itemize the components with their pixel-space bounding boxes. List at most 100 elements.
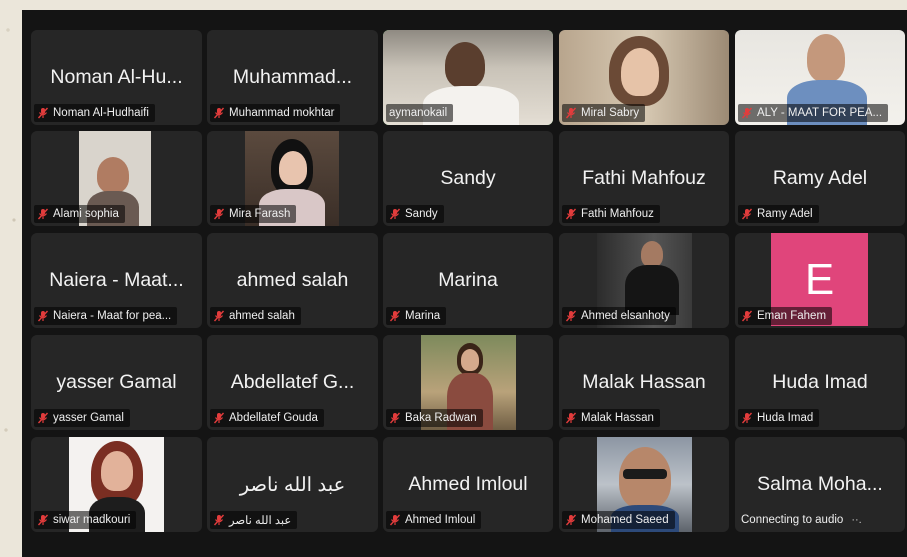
participant-name-label: Ahmed Imloul [386,511,482,529]
participant-figure [807,34,845,82]
participant-name-label: Ramy Adel [738,205,819,223]
meeting-gallery-view: Noman Al-Hu... Noman Al-Hudhaifi Muhamma… [22,10,907,557]
participant-name-label: aymanokail [386,104,454,122]
participant-name-label: ALY - MAAT FOR PEA... [738,104,889,122]
muted-mic-icon [389,514,401,526]
participant-display-name: Huda Imad [772,371,868,393]
participant-name-label: Marina [386,307,447,325]
participant-name: Mohamed Saeed [581,514,669,526]
participant-name: Huda Imad [757,412,814,424]
participant-display-name: عبد الله ناصر [239,474,346,496]
participant-figure [623,469,667,479]
muted-mic-icon [389,208,401,220]
participant-figure [461,349,479,371]
participant-tile-sandy[interactable]: Sandy Sandy [383,131,553,226]
participant-name: siwar madkouri [53,514,131,526]
participant-tile-alami[interactable]: Alami sophia [31,131,202,226]
muted-mic-icon [565,107,577,119]
participant-tile-baka[interactable]: Baka Radwan [383,335,553,430]
participant-tile-mira[interactable]: Mira Farash [207,131,378,226]
participant-name-label: Mira Farash [210,205,297,223]
participant-name: Muhammad mokhtar [229,107,335,119]
participant-name-label: Alami sophia [34,205,125,223]
muted-mic-icon [213,310,225,322]
participant-tile-ahmed-salah[interactable]: ahmed salah ahmed salah [207,233,378,328]
loading-dots-icon: ··. [851,514,862,526]
participant-display-name: Muhammad... [232,66,353,88]
participant-name: عبد الله ناصر [229,515,292,527]
participant-name-label: Huda Imad [738,409,820,427]
participant-name-label: Mohamed Saeed [562,511,675,529]
muted-mic-icon [37,107,49,119]
participant-tile-fathi[interactable]: Fathi Mahfouz Fathi Mahfouz [559,131,729,226]
participant-name: Eman Fahem [757,310,827,322]
muted-mic-icon [741,412,753,424]
participant-figure [621,48,659,96]
participant-tile-marina[interactable]: Marina Marina [383,233,553,328]
participant-name: Noman Al-Hudhaifi [53,107,149,119]
participant-display-name: yasser Gamal [56,371,177,393]
participant-name-label: Naiera - Maat for pea... [34,307,178,325]
participant-tile-muhammad[interactable]: Muhammad... Muhammad mokhtar [207,30,378,125]
participant-display-name: Noman Al-Hu... [50,66,183,88]
participant-display-name: Abdellatef G... [230,371,355,393]
participant-figure [641,241,663,267]
participant-display-name: Fathi Mahfouz [582,167,706,189]
participant-name: yasser Gamal [53,412,124,424]
participant-tile-ramy[interactable]: Ramy Adel Ramy Adel [735,131,905,226]
participant-name-label: ahmed salah [210,307,301,325]
muted-mic-icon [37,514,49,526]
participant-figure [279,151,307,185]
participant-tile-ahmed-elsanhoty[interactable]: Ahmed elsanhoty [559,233,729,328]
muted-mic-icon [213,514,225,526]
muted-mic-icon [565,208,577,220]
participant-tile-malak[interactable]: Malak Hassan Malak Hassan [559,335,729,430]
participant-figure [97,157,129,193]
participant-tile-abdellatef[interactable]: Abdellatef G... Abdellatef Gouda [207,335,378,430]
participant-name: Connecting to audio [741,514,844,526]
participant-name: Sandy [405,208,438,220]
participant-name: Ahmed elsanhoty [581,310,670,322]
participant-display-name: Marina [438,269,498,291]
participant-tile-siwar[interactable]: siwar madkouri [31,437,202,532]
participant-name: Ahmed Imloul [405,514,476,526]
participant-name: Baka Radwan [405,412,477,424]
participant-name-label: Malak Hassan [562,409,660,427]
participant-tile-eman[interactable]: E Eman Fahem [735,233,905,328]
participant-tile-ahmed-imloul[interactable]: Ahmed Imloul Ahmed Imloul [383,437,553,532]
participant-tile-huda[interactable]: Huda Imad Huda Imad [735,335,905,430]
participant-figure [101,451,133,491]
participant-name-label: Baka Radwan [386,409,483,427]
participant-tile-aymanokail[interactable]: aymanokail [383,30,553,125]
participant-tile-aly[interactable]: ALY - MAAT FOR PEA... [735,30,905,125]
participant-tile-salma[interactable]: Salma Moha... Connecting to audio ··. [735,437,905,532]
participant-name-label: Sandy [386,205,444,223]
participant-name: Naiera - Maat for pea... [53,310,172,322]
participant-name: ahmed salah [229,310,295,322]
participant-tile-mohamed-saeed[interactable]: Mohamed Saeed [559,437,729,532]
participant-name-label: Noman Al-Hudhaifi [34,104,155,122]
participant-tile-miral[interactable]: Miral Sabry [559,30,729,125]
participant-name: Ramy Adel [757,208,813,220]
participant-name-label: Fathi Mahfouz [562,205,660,223]
muted-mic-icon [741,208,753,220]
muted-mic-icon [213,412,225,424]
muted-mic-icon [741,107,753,119]
participant-tile-yasser[interactable]: yasser Gamal yasser Gamal [31,335,202,430]
participant-name: Mira Farash [229,208,291,220]
participant-tile-naiera[interactable]: Naiera - Maat... Naiera - Maat for pea..… [31,233,202,328]
participant-name: Alami sophia [53,208,119,220]
muted-mic-icon [565,412,577,424]
muted-mic-icon [37,310,49,322]
participant-name: Abdellatef Gouda [229,412,318,424]
muted-mic-icon [389,310,401,322]
participant-tile-abdullah-nasser[interactable]: عبد الله ناصر عبد الله ناصر [207,437,378,532]
participant-name: Fathi Mahfouz [581,208,654,220]
participant-name-label: عبد الله ناصر [210,511,298,529]
participant-name-label: Abdellatef Gouda [210,409,324,427]
participant-tile-noman[interactable]: Noman Al-Hu... Noman Al-Hudhaifi [31,30,202,125]
muted-mic-icon [213,208,225,220]
participant-name-label: Muhammad mokhtar [210,104,341,122]
participant-name: ALY - MAAT FOR PEA... [757,107,883,119]
participant-display-name: ahmed salah [236,269,349,291]
